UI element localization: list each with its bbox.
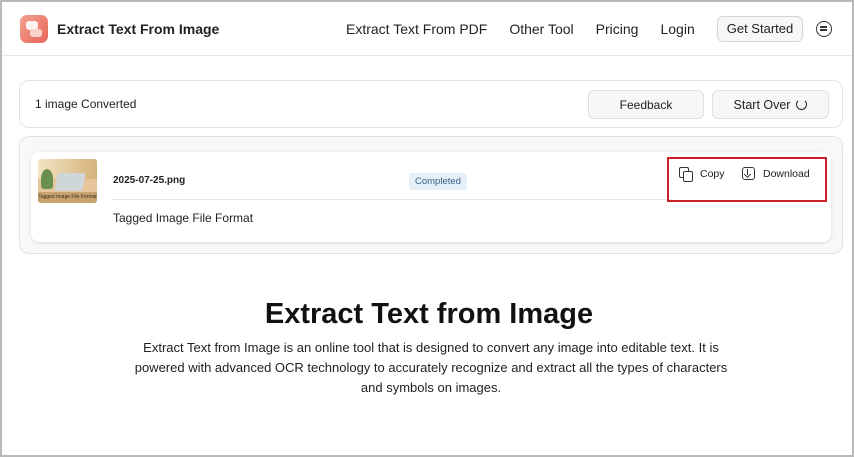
feedback-button[interactable]: Feedback <box>588 90 704 119</box>
start-over-button[interactable]: Start Over <box>712 90 829 119</box>
main-nav: Extract Text From PDF Other Tool Pricing… <box>346 16 804 42</box>
conversion-count-text: 1 image Converted <box>35 97 137 111</box>
thumbnail-laptop <box>54 173 86 191</box>
start-over-label: Start Over <box>733 97 791 112</box>
conversion-status-bar: 1 image Converted Feedback Start Over <box>19 80 843 128</box>
file-name: 2025-07-25.png <box>113 175 186 186</box>
refresh-icon <box>796 99 808 110</box>
results-container: Tagged Image File Format 2025-07-25.png … <box>19 136 843 254</box>
result-card: Tagged Image File Format 2025-07-25.png … <box>31 152 831 242</box>
brand[interactable]: Extract Text From Image <box>20 15 219 43</box>
nav-extract-text-from-pdf[interactable]: Extract Text From PDF <box>346 16 487 42</box>
top-header: Extract Text From Image Extract Text Fro… <box>2 2 852 56</box>
nav-login[interactable]: Login <box>660 16 694 42</box>
app-logo-icon <box>20 15 48 43</box>
download-icon <box>742 167 755 180</box>
thumbnail-caption: Tagged Image File Format <box>38 192 97 203</box>
copy-button[interactable]: Copy <box>679 167 725 182</box>
brand-title: Extract Text From Image <box>57 21 220 37</box>
copy-icon <box>679 167 693 182</box>
hero-description: Extract Text from Image is an online too… <box>134 340 728 395</box>
thumbnail-plant <box>41 169 53 189</box>
download-button[interactable]: Download <box>742 167 810 180</box>
feedback-label: Feedback <box>619 97 673 112</box>
extracted-text[interactable]: Tagged Image File Format <box>113 211 253 225</box>
chat-icon[interactable] <box>816 21 832 37</box>
status-badge: Completed <box>409 173 467 190</box>
page-frame: Extract Text From Image Extract Text Fro… <box>0 0 854 457</box>
get-started-button[interactable]: Get Started <box>716 16 804 42</box>
card-divider <box>113 199 673 200</box>
nav-other-tool[interactable]: Other Tool <box>509 16 573 42</box>
download-label: Download <box>763 167 810 180</box>
copy-label: Copy <box>700 168 725 180</box>
nav-pricing[interactable]: Pricing <box>596 16 639 42</box>
hero-title: Extract Text from Image <box>264 298 594 330</box>
image-thumbnail[interactable]: Tagged Image File Format <box>38 159 97 203</box>
